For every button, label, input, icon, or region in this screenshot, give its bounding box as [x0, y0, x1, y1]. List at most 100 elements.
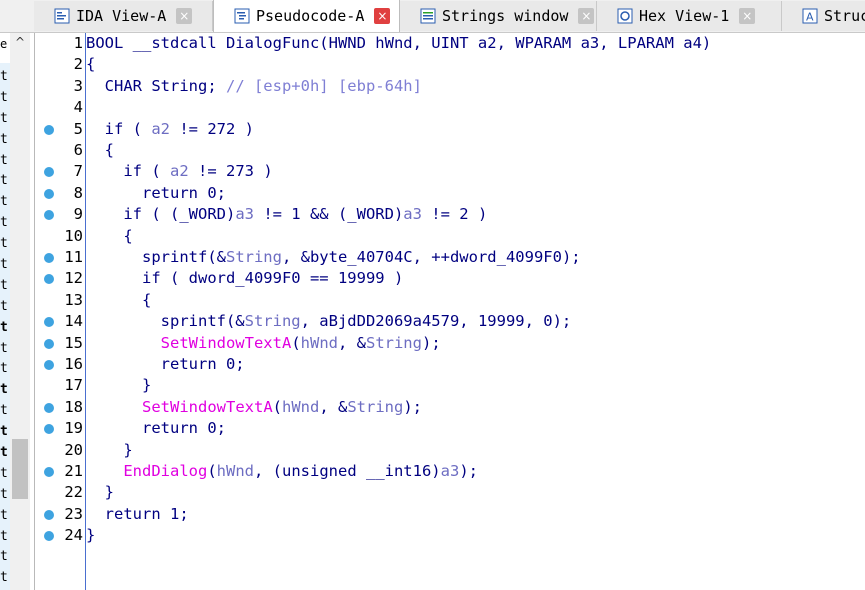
code-line[interactable]: 15 SetWindowTextA(hWnd, &String); [35, 333, 865, 354]
code-token[interactable]: return 0; [86, 355, 245, 373]
code-token[interactable]: , &byte_40704C, ++dword_4099F0); [282, 248, 581, 266]
api-call[interactable]: SetWindowTextA [161, 334, 292, 352]
code-line[interactable]: 5 if ( a2 != 272 ) [35, 119, 865, 140]
left-panel-list-item[interactable]: t [0, 171, 10, 192]
code-token[interactable]: { [86, 227, 132, 245]
variable[interactable]: String [366, 334, 422, 352]
code-text[interactable]: } [86, 375, 151, 396]
code-text[interactable]: if ( a2 != 272 ) [86, 119, 254, 140]
variable[interactable]: hWnd [301, 334, 338, 352]
code-line[interactable]: 9 if ( (_WORD)a3 != 1 && (_WORD)a3 != 2 … [35, 204, 865, 225]
code-token[interactable]: { [86, 141, 114, 159]
code-token[interactable]: ( [273, 398, 282, 416]
code-token[interactable]: { [86, 291, 151, 309]
code-text[interactable]: } [86, 525, 95, 546]
left-panel-list-item[interactable]: t [0, 527, 10, 548]
breakpoint-dot-icon[interactable] [44, 210, 54, 221]
left-panel-list-item[interactable]: t [0, 151, 10, 172]
code-text[interactable]: return 0; [86, 354, 245, 375]
code-text[interactable]: if ( dword_4099F0 == 19999 ) [86, 268, 403, 289]
left-panel-list-item[interactable]: t [0, 276, 10, 297]
left-panel-list-item[interactable]: t [0, 506, 10, 527]
code-line[interactable]: 24} [35, 525, 865, 546]
code-line[interactable]: 6 { [35, 140, 865, 161]
code-token[interactable]: } [86, 526, 95, 544]
left-panel-list-item[interactable]: t [0, 67, 10, 88]
left-panel-list-item[interactable]: t [0, 318, 10, 339]
breakpoint-dot-icon[interactable] [44, 188, 54, 199]
pseudocode-view[interactable]: 1 BOOL __stdcall DialogFunc(HWND hWnd, UI… [35, 33, 865, 590]
code-text[interactable]: { [86, 54, 95, 75]
api-call[interactable]: EndDialog [123, 462, 207, 480]
breakpoint-dot-icon[interactable] [44, 167, 54, 178]
breakpoint-dot-icon[interactable] [44, 338, 54, 349]
tab-strings-window[interactable]: Strings window × [400, 1, 597, 31]
code-token[interactable]: if ( [86, 162, 170, 180]
breakpoint-dot-icon[interactable] [44, 360, 54, 370]
code-token[interactable]: , & [338, 334, 366, 352]
tab-hex-view-1[interactable]: Hex View-1 × [597, 1, 782, 31]
comment[interactable]: // [esp+0h] [ebp-64h] [226, 77, 422, 95]
code-token[interactable]: ); [403, 398, 422, 416]
code-line[interactable]: 1 BOOL __stdcall DialogFunc(HWND hWnd, UI… [35, 33, 865, 54]
code-line[interactable]: 12 if ( dword_4099F0 == 19999 ) [35, 268, 865, 289]
variable[interactable]: hWnd [217, 462, 254, 480]
code-text[interactable]: BOOL __stdcall DialogFunc(HWND hWnd, UIN… [86, 33, 711, 54]
code-line[interactable]: 21 EndDialog(hWnd, (unsigned __int16)a3)… [35, 461, 865, 482]
code-token[interactable]: if ( (_WORD) [86, 205, 235, 223]
tab-pseudocode-a[interactable]: Pseudocode-A × [213, 0, 400, 32]
code-text[interactable]: SetWindowTextA(hWnd, &String); [86, 333, 441, 354]
code-token[interactable]: != 272 ) [170, 120, 254, 138]
code-text[interactable]: if ( (_WORD)a3 != 1 && (_WORD)a3 != 2 ) [86, 204, 487, 225]
code-text[interactable]: return 0; [86, 418, 226, 439]
vertical-scrollbar[interactable]: ^ [10, 33, 30, 590]
code-token[interactable]: } [86, 441, 132, 459]
close-icon[interactable]: × [739, 8, 756, 24]
code-text[interactable]: return 1; [86, 504, 189, 525]
code-token[interactable]: ( [291, 334, 300, 352]
breakpoint-dot-icon[interactable] [44, 124, 54, 135]
code-text[interactable]: return 0; [86, 183, 226, 204]
code-text[interactable]: CHAR String; // [esp+0h] [ebp-64h] [86, 76, 422, 97]
left-panel-list-item[interactable]: t [0, 130, 10, 151]
breakpoint-dot-icon[interactable] [44, 274, 54, 285]
code-text[interactable]: sprintf(&String, &byte_40704C, ++dword_4… [86, 247, 581, 268]
code-token[interactable]: , (unsigned __int16) [254, 462, 441, 480]
left-panel-list-item[interactable]: t [0, 401, 10, 422]
code-text[interactable]: { [86, 140, 114, 161]
code-token[interactable]: return 1; [86, 505, 189, 523]
code-token[interactable]: if ( dword_4099F0 == 19999 ) [86, 269, 403, 287]
variable[interactable]: hWnd [282, 398, 319, 416]
code-token[interactable]: ( [207, 462, 216, 480]
breakpoint-dot-icon[interactable] [44, 317, 54, 328]
api-call[interactable]: SetWindowTextA [142, 398, 273, 416]
code-token[interactable] [86, 462, 123, 480]
left-panel-list-item[interactable]: t [0, 192, 10, 213]
variable[interactable]: a2 [170, 162, 189, 180]
code-line[interactable]: 11 sprintf(&String, &byte_40704C, ++dwor… [35, 247, 865, 268]
left-panel-list-item[interactable]: t [0, 234, 10, 255]
code-token[interactable]: , aBjdDD2069a4579, 19999, 0); [301, 312, 572, 330]
code-line[interactable]: 16 return 0; [35, 354, 865, 375]
left-panel-list-item[interactable]: t [0, 380, 10, 401]
tab-ida-view-a[interactable]: IDA View-A × [34, 1, 213, 31]
code-line[interactable]: 3 CHAR String; // [esp+0h] [ebp-64h] [35, 76, 865, 97]
code-text[interactable]: if ( a2 != 273 ) [86, 161, 272, 182]
breakpoint-dot-icon[interactable] [44, 402, 54, 413]
breakpoint-dot-icon[interactable] [44, 424, 54, 435]
code-line[interactable]: 20 } [35, 440, 865, 461]
left-panel-list-item[interactable]: t [0, 443, 10, 464]
left-panel-list-item[interactable]: t [0, 255, 10, 276]
breakpoint-dot-icon[interactable] [44, 509, 54, 520]
code-token[interactable]: return 0; [86, 419, 226, 437]
close-icon[interactable]: × [176, 8, 193, 24]
code-token[interactable]: CHAR String; [86, 77, 226, 95]
code-token[interactable]: sprintf(& [86, 248, 226, 266]
code-line[interactable]: 8 return 0; [35, 183, 865, 204]
scrollbar-thumb[interactable] [12, 439, 28, 499]
code-token[interactable]: , & [319, 398, 347, 416]
variable[interactable]: a3 [441, 462, 460, 480]
variable[interactable]: a3 [235, 205, 254, 223]
left-panel-list-item[interactable]: t [0, 339, 10, 360]
code-token[interactable]: != 1 && (_WORD) [254, 205, 403, 223]
